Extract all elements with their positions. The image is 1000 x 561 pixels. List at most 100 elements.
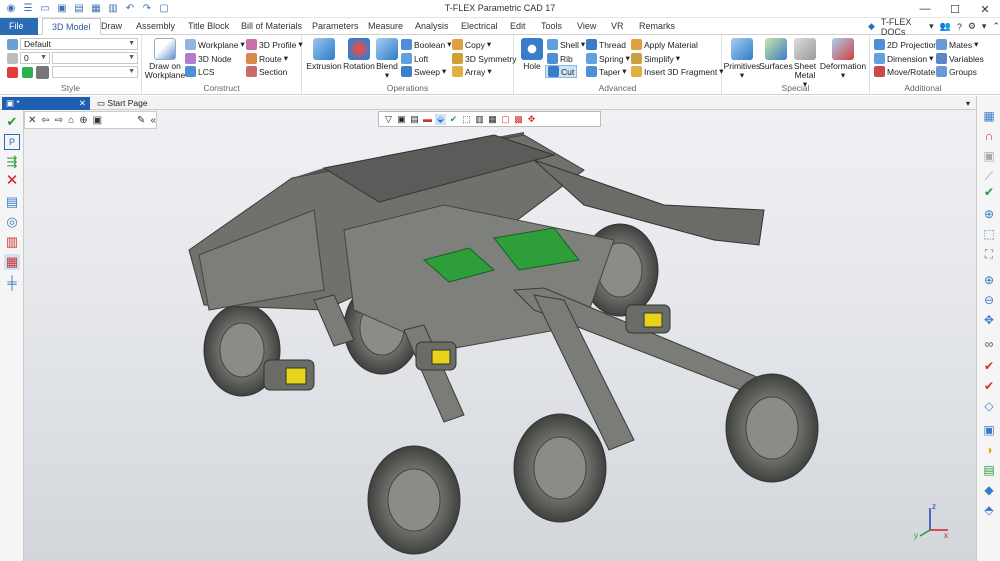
users-icon[interactable]: 👥 (940, 21, 951, 32)
dropdown-icon[interactable]: ▾ (982, 21, 987, 32)
apply-icon[interactable]: ⇶ (4, 154, 20, 170)
target-icon[interactable]: ⊕ (79, 115, 87, 126)
workplane-button[interactable]: Workplane ▾ (185, 39, 245, 50)
symmetry3d-button[interactable]: 3D Symmetry (452, 53, 516, 64)
tflex-docs-label[interactable]: T-FLEX DOCs (881, 17, 923, 37)
color-select[interactable]: ▼ (52, 66, 138, 78)
extrusion-button[interactable]: Extrusion (305, 38, 343, 71)
magnet-icon[interactable]: ∩ (981, 128, 997, 144)
lcs-button[interactable]: LCS (185, 66, 215, 77)
back-icon[interactable]: ⇦ (41, 115, 49, 126)
close-tab-icon[interactable]: ✕ (79, 97, 86, 110)
groups-button[interactable]: Groups (936, 66, 977, 77)
sweep-button[interactable]: Sweep ▾ (401, 66, 446, 77)
model-tree-icon[interactable]: ▦ (981, 108, 997, 124)
tab-file[interactable]: File (0, 18, 38, 35)
insert-fragment-button[interactable]: Insert 3D Fragment ▾ (631, 66, 724, 77)
dimension-button[interactable]: Dimension ▾ (874, 53, 933, 64)
select-face-icon[interactable]: ▤ (4, 194, 20, 210)
layer-select[interactable]: Default ▼ (20, 38, 138, 50)
filter-node-icon[interactable]: ✥ (526, 114, 537, 125)
parameters-icon[interactable]: P (4, 134, 20, 150)
collapse-ribbon-icon[interactable]: ⌃ (992, 21, 1000, 32)
loft-button[interactable]: Loft (401, 53, 428, 64)
options-icon[interactable]: ▣ (93, 115, 102, 126)
fit-all-icon[interactable]: ⛶ (981, 246, 997, 262)
close-button[interactable]: ✕ (970, 0, 1000, 18)
orientation-icon[interactable]: ⬘ (981, 502, 997, 518)
filter-edge-icon[interactable]: ▤ (409, 114, 420, 125)
route-button[interactable]: Route ▾ (246, 53, 288, 64)
glasses-icon[interactable]: ∞ (981, 336, 997, 352)
filter-body-icon[interactable]: ▬ (422, 114, 433, 125)
color-palette-icon[interactable] (7, 67, 18, 78)
sheet-metal-button[interactable]: Sheet Metal ▾ (792, 38, 818, 89)
cut-button[interactable]: Cut (545, 65, 578, 78)
tab-electrical[interactable]: Electrical (461, 18, 498, 35)
snap-icon[interactable]: ▣ (981, 148, 997, 164)
rib-button[interactable]: Rib (547, 53, 573, 64)
ruler-icon[interactable]: ⟋ (981, 168, 997, 184)
tab-remarks[interactable]: Remarks (639, 18, 675, 35)
shaded-icon[interactable]: ▣ (981, 422, 997, 438)
material-icon[interactable] (22, 67, 33, 78)
filter-face-icon[interactable]: ▣ (396, 114, 407, 125)
thread-button[interactable]: Thread (586, 39, 626, 50)
tabs-dropdown-icon[interactable]: ▾ (962, 97, 974, 110)
level-select[interactable]: 0 ▼ (20, 52, 50, 64)
tab-vr[interactable]: VR (611, 18, 624, 35)
select-edge-icon[interactable]: ◎ (4, 214, 20, 230)
projection2d-button[interactable]: 2D Projection (874, 39, 938, 50)
minimize-button[interactable]: — (910, 0, 940, 18)
box-icon[interactable]: ▤ (981, 462, 997, 478)
tab-analysis[interactable]: Analysis (415, 18, 449, 35)
boolean-button[interactable]: Boolean ▾ (401, 39, 451, 50)
ok-check-icon[interactable]: ✔ (4, 114, 20, 130)
section-view-icon[interactable]: ✔ (981, 358, 997, 374)
check-icon[interactable]: ✔ (448, 114, 459, 125)
priority-select[interactable]: ▼ (52, 52, 138, 64)
primitives-button[interactable]: Primitives ▾ (724, 38, 760, 80)
tab-3d-model[interactable]: 3D Model (42, 18, 101, 35)
tab-draw[interactable]: Draw (101, 18, 122, 35)
collapse-icon[interactable]: « (150, 115, 156, 126)
zoom-window-icon[interactable]: ⬚ (981, 226, 997, 242)
zoom-out-icon[interactable]: ⊖ (981, 292, 997, 308)
select-body-icon[interactable]: ▥ (4, 234, 20, 250)
tab-view[interactable]: View (577, 18, 596, 35)
spring-button[interactable]: Spring ▾ (586, 53, 630, 64)
clip-icon[interactable]: ✔ (981, 378, 997, 394)
filter-red2-icon[interactable]: ▩ (513, 114, 524, 125)
tab-measure[interactable]: Measure (368, 18, 403, 35)
zoom-in-icon[interactable]: ⊕ (981, 206, 997, 222)
tab-title-block[interactable]: Title Block (188, 18, 229, 35)
profile3d-button[interactable]: 3D Profile ▾ (246, 39, 303, 50)
taper-button[interactable]: Taper ▾ (586, 66, 627, 77)
rotation-button[interactable]: Rotation (342, 38, 376, 71)
filter-icon[interactable]: ▽ (383, 114, 394, 125)
tab-parameters[interactable]: Parameters (312, 18, 359, 35)
simplify-button[interactable]: Simplify ▾ (631, 53, 680, 64)
move-rotate-button[interactable]: Move/Rotate (874, 66, 935, 77)
maximize-button[interactable]: ☐ (940, 0, 970, 18)
start-page-tab[interactable]: ▭ Start Page (93, 97, 152, 110)
document-tab-active[interactable]: ▣ * ✕ (2, 97, 90, 110)
variables-button[interactable]: Variables (936, 53, 984, 64)
apply-material-button[interactable]: Apply Material (631, 39, 698, 50)
close-icon[interactable]: ✕ (28, 115, 36, 126)
align-icon[interactable]: ╪ (4, 274, 20, 290)
surfaces-button[interactable]: Surfaces (759, 38, 793, 71)
help-icon[interactable]: ? (957, 22, 962, 32)
blend-button[interactable]: Blend ▾ (375, 38, 399, 80)
plane-icon[interactable]: ◇ (981, 398, 997, 414)
chevron-down-icon[interactable]: ▾ (929, 21, 934, 32)
draw-on-workplane-button[interactable]: Draw on Workplane (145, 38, 185, 80)
pin-icon[interactable]: ✎ (137, 115, 145, 126)
filter-option-icon[interactable]: ⬚ (461, 114, 472, 125)
3d-viewport[interactable] (24, 110, 976, 561)
tab-assembly[interactable]: Assembly (136, 18, 175, 35)
tab-edit[interactable]: Edit (510, 18, 526, 35)
home-icon[interactable]: ⌂ (68, 115, 74, 126)
zoom-icon[interactable]: ⊕ (981, 272, 997, 288)
color-swatch[interactable] (36, 66, 49, 79)
